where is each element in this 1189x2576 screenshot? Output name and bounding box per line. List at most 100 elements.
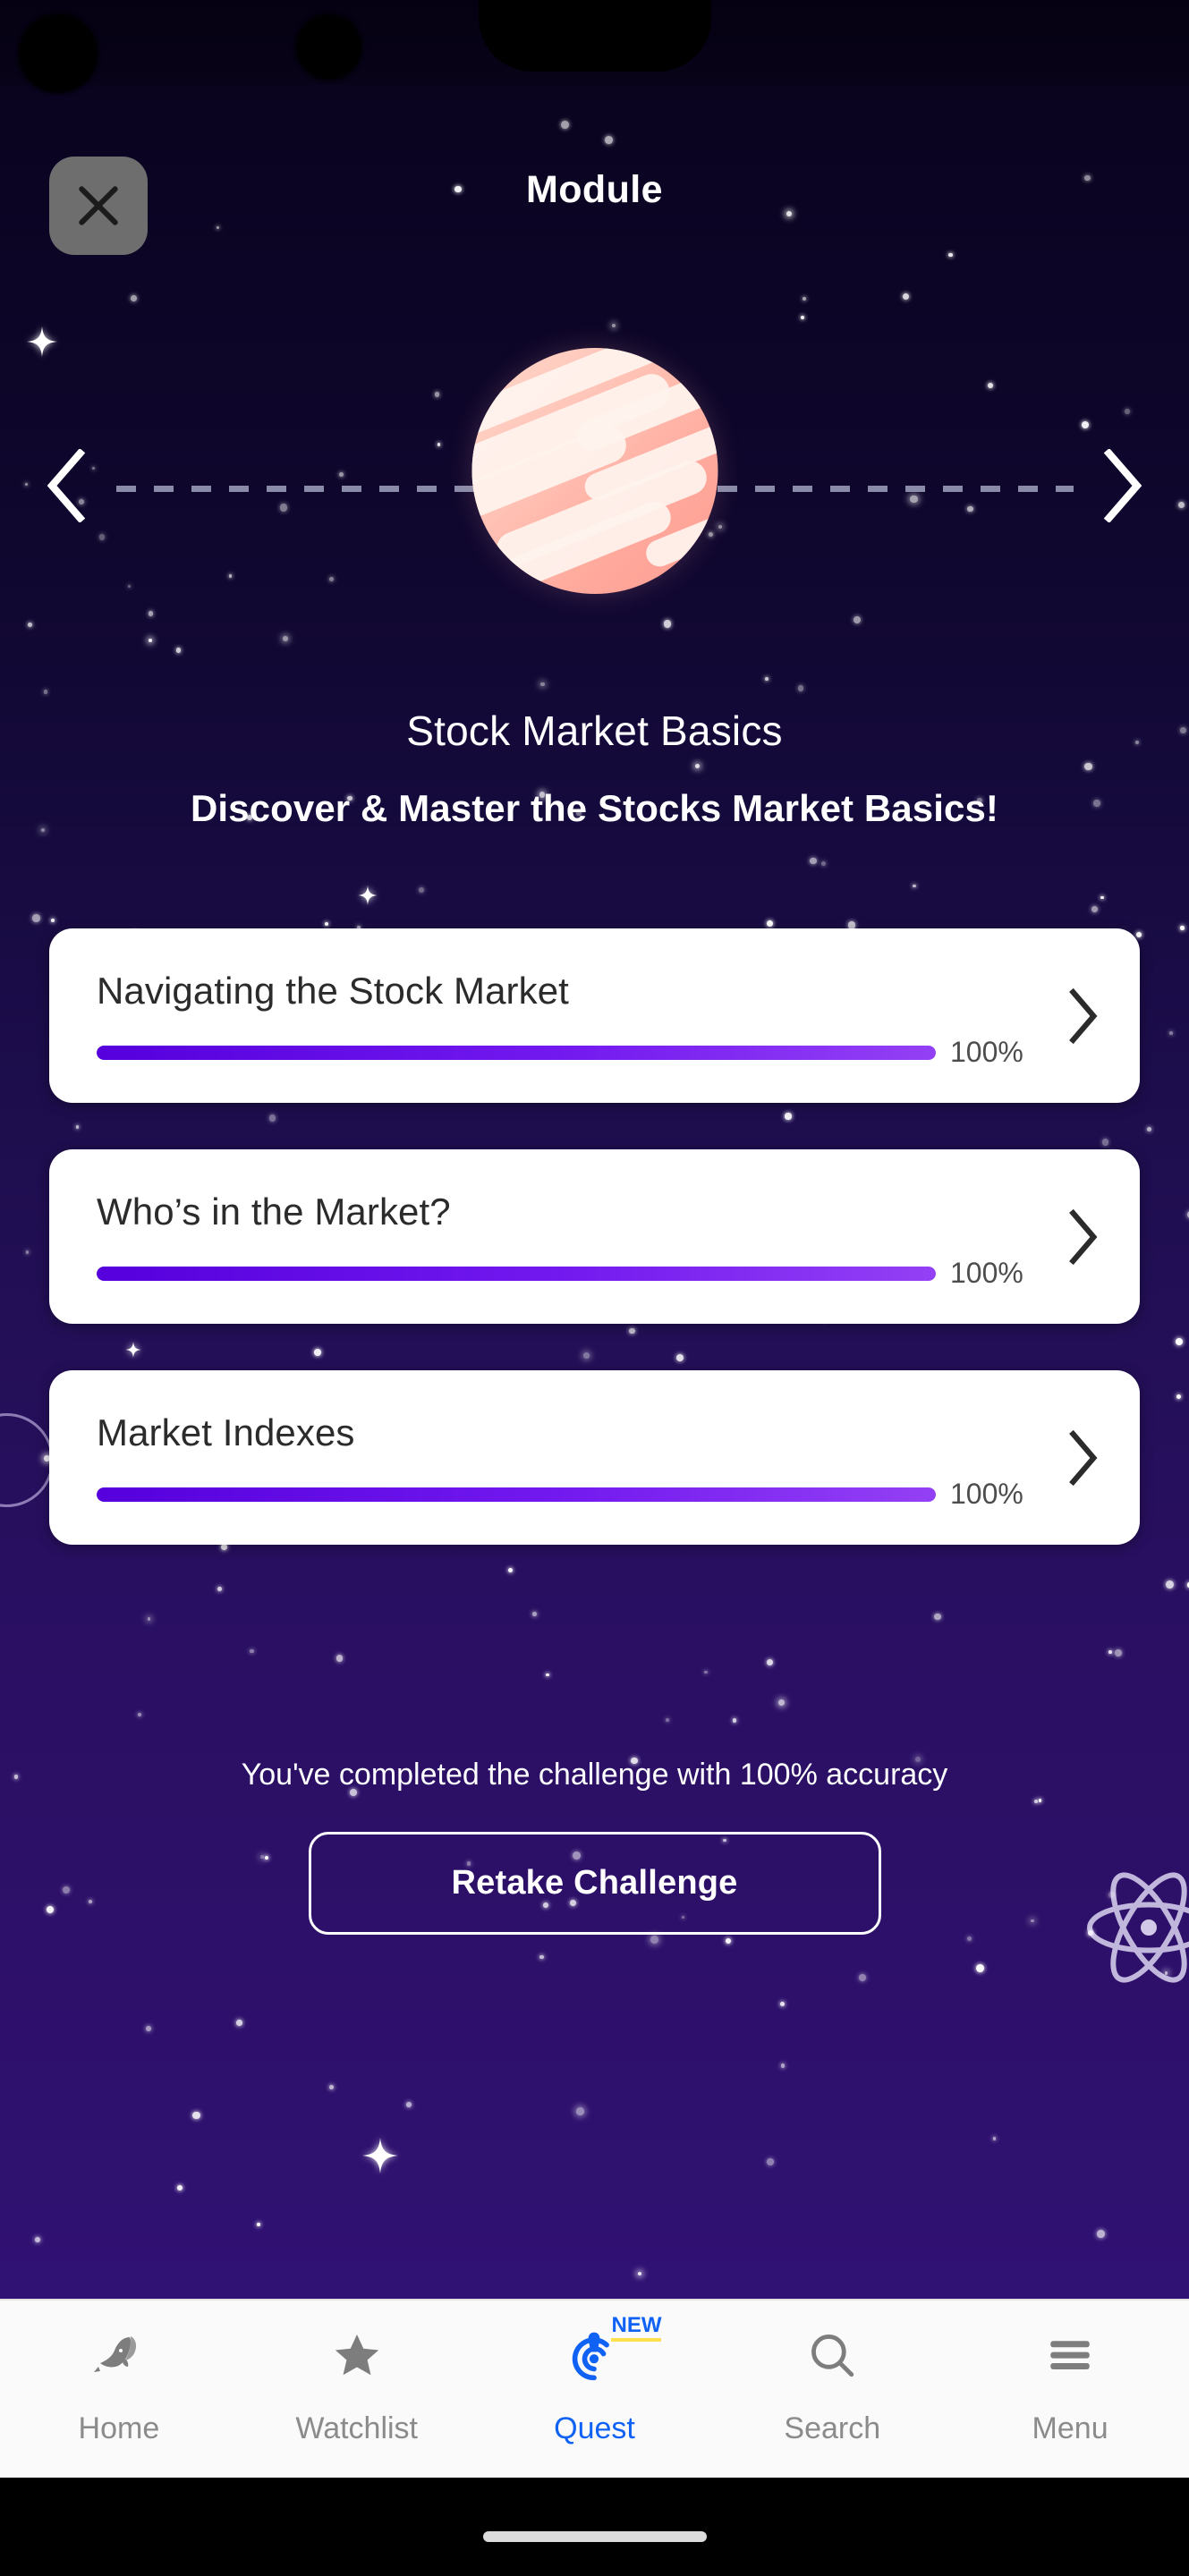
star (780, 2063, 785, 2068)
star (913, 884, 916, 888)
progress-label: 100% (950, 1257, 1023, 1289)
star (250, 1648, 254, 1654)
star (800, 315, 804, 319)
carousel-next-button[interactable] (1082, 432, 1162, 539)
device-notch (478, 0, 711, 72)
star (192, 2111, 201, 2120)
star (766, 1658, 773, 1665)
chevron-right-icon (1069, 1208, 1098, 1265)
sparkle-star-icon (358, 886, 378, 905)
star (797, 685, 804, 691)
progress-label: 100% (950, 1478, 1023, 1510)
star (236, 2020, 242, 2026)
home-indicator-area (0, 2478, 1189, 2576)
star (1084, 762, 1092, 770)
star (335, 1655, 343, 1662)
star (1033, 1799, 1038, 1803)
tab-home[interactable]: Home (0, 2301, 238, 2478)
star (31, 914, 40, 923)
lesson-chevron-button[interactable] (1061, 985, 1102, 1047)
tab-quest[interactable]: NEW Quest (476, 2301, 714, 2478)
lesson-title: Market Indexes (97, 1411, 355, 1453)
star (732, 1718, 737, 1723)
star (88, 1900, 92, 1904)
star (934, 1614, 941, 1621)
quest-target-icon: NEW (566, 2315, 662, 2390)
challenge-status-text: You've completed the challenge with 100%… (241, 1758, 948, 1792)
star (51, 919, 55, 922)
hamburger-menu-icon (1044, 2320, 1096, 2390)
star (725, 1938, 731, 1944)
star (260, 1855, 264, 1859)
chevron-right-icon (1103, 449, 1142, 522)
lesson-progress: 100% (97, 1257, 1032, 1290)
lesson-chevron-button[interactable] (1061, 1206, 1102, 1268)
star (992, 2136, 997, 2140)
star (1038, 1799, 1041, 1802)
star (903, 292, 910, 300)
tab-label: Search (784, 2411, 881, 2445)
home-indicator[interactable] (482, 2531, 707, 2542)
tab-menu[interactable]: Menu (951, 2301, 1189, 2478)
star (1031, 1919, 1034, 1922)
star (975, 1964, 984, 1973)
progress-fill (97, 1487, 936, 1502)
star (764, 676, 769, 681)
module-subtitle: Discover & Master the Stocks Market Basi… (190, 787, 998, 829)
star (803, 296, 807, 301)
chevron-right-icon (1069, 987, 1098, 1044)
star (859, 1973, 867, 1981)
page-title: Module (526, 168, 663, 211)
progress-label: 100% (950, 1036, 1023, 1068)
progress-track (97, 1045, 936, 1060)
star (575, 2107, 584, 2115)
lesson-progress: 100% (97, 1478, 1032, 1511)
star (146, 2026, 151, 2031)
progress-fill (97, 1045, 936, 1060)
star (257, 2222, 261, 2226)
tab-search[interactable]: Search (713, 2301, 951, 2478)
star (546, 1673, 549, 1676)
bottom-tab-bar: Home Watchlist NEW Quest Search Menu (0, 2299, 1189, 2478)
star (406, 2101, 412, 2107)
progress-track (97, 1487, 936, 1502)
whale-icon (90, 2320, 148, 2390)
star (650, 1936, 658, 1944)
star (34, 2236, 40, 2242)
star (767, 2157, 775, 2165)
lesson-card[interactable]: Market Indexes 100% (49, 1370, 1140, 1545)
new-badge: NEW (611, 2315, 662, 2342)
lesson-list: Navigating the Stock Market 100% Who’s i… (0, 928, 1189, 1591)
lesson-card[interactable]: Navigating the Stock Market 100% (49, 928, 1140, 1103)
star (148, 1617, 151, 1621)
search-icon (806, 2320, 858, 2390)
star (779, 2001, 785, 2006)
carousel-prev-button[interactable] (27, 432, 107, 539)
lesson-title: Navigating the Stock Market (97, 970, 569, 1012)
star (1108, 1650, 1112, 1654)
star (175, 648, 181, 653)
star (694, 763, 700, 768)
module-header: Module (0, 143, 1189, 277)
star-icon (331, 2320, 383, 2390)
module-carousel (0, 335, 1189, 640)
retake-challenge-button[interactable]: Retake Challenge (308, 1832, 881, 1935)
star (148, 639, 152, 643)
app-screen: Module Stock Market Basics Discover & Ma… (0, 0, 1189, 2576)
tab-label: Quest (554, 2411, 635, 2445)
planet-icon (471, 348, 718, 594)
star (539, 1954, 544, 1960)
atom-decoration-icon (1087, 1872, 1189, 1983)
tab-watchlist[interactable]: Watchlist (238, 2301, 476, 2478)
progress-track (97, 1266, 936, 1281)
lesson-progress: 100% (97, 1036, 1032, 1069)
progress-fill (97, 1266, 936, 1281)
lesson-chevron-button[interactable] (1061, 1427, 1102, 1489)
status-bar-blob (18, 13, 98, 94)
tab-label: Home (78, 2411, 160, 2445)
status-bar-blob (295, 13, 362, 80)
tab-label: Menu (1032, 2411, 1108, 2445)
sparkle-star-icon (362, 2138, 398, 2174)
star (1097, 2230, 1105, 2238)
lesson-card[interactable]: Who’s in the Market? 100% (49, 1149, 1140, 1324)
